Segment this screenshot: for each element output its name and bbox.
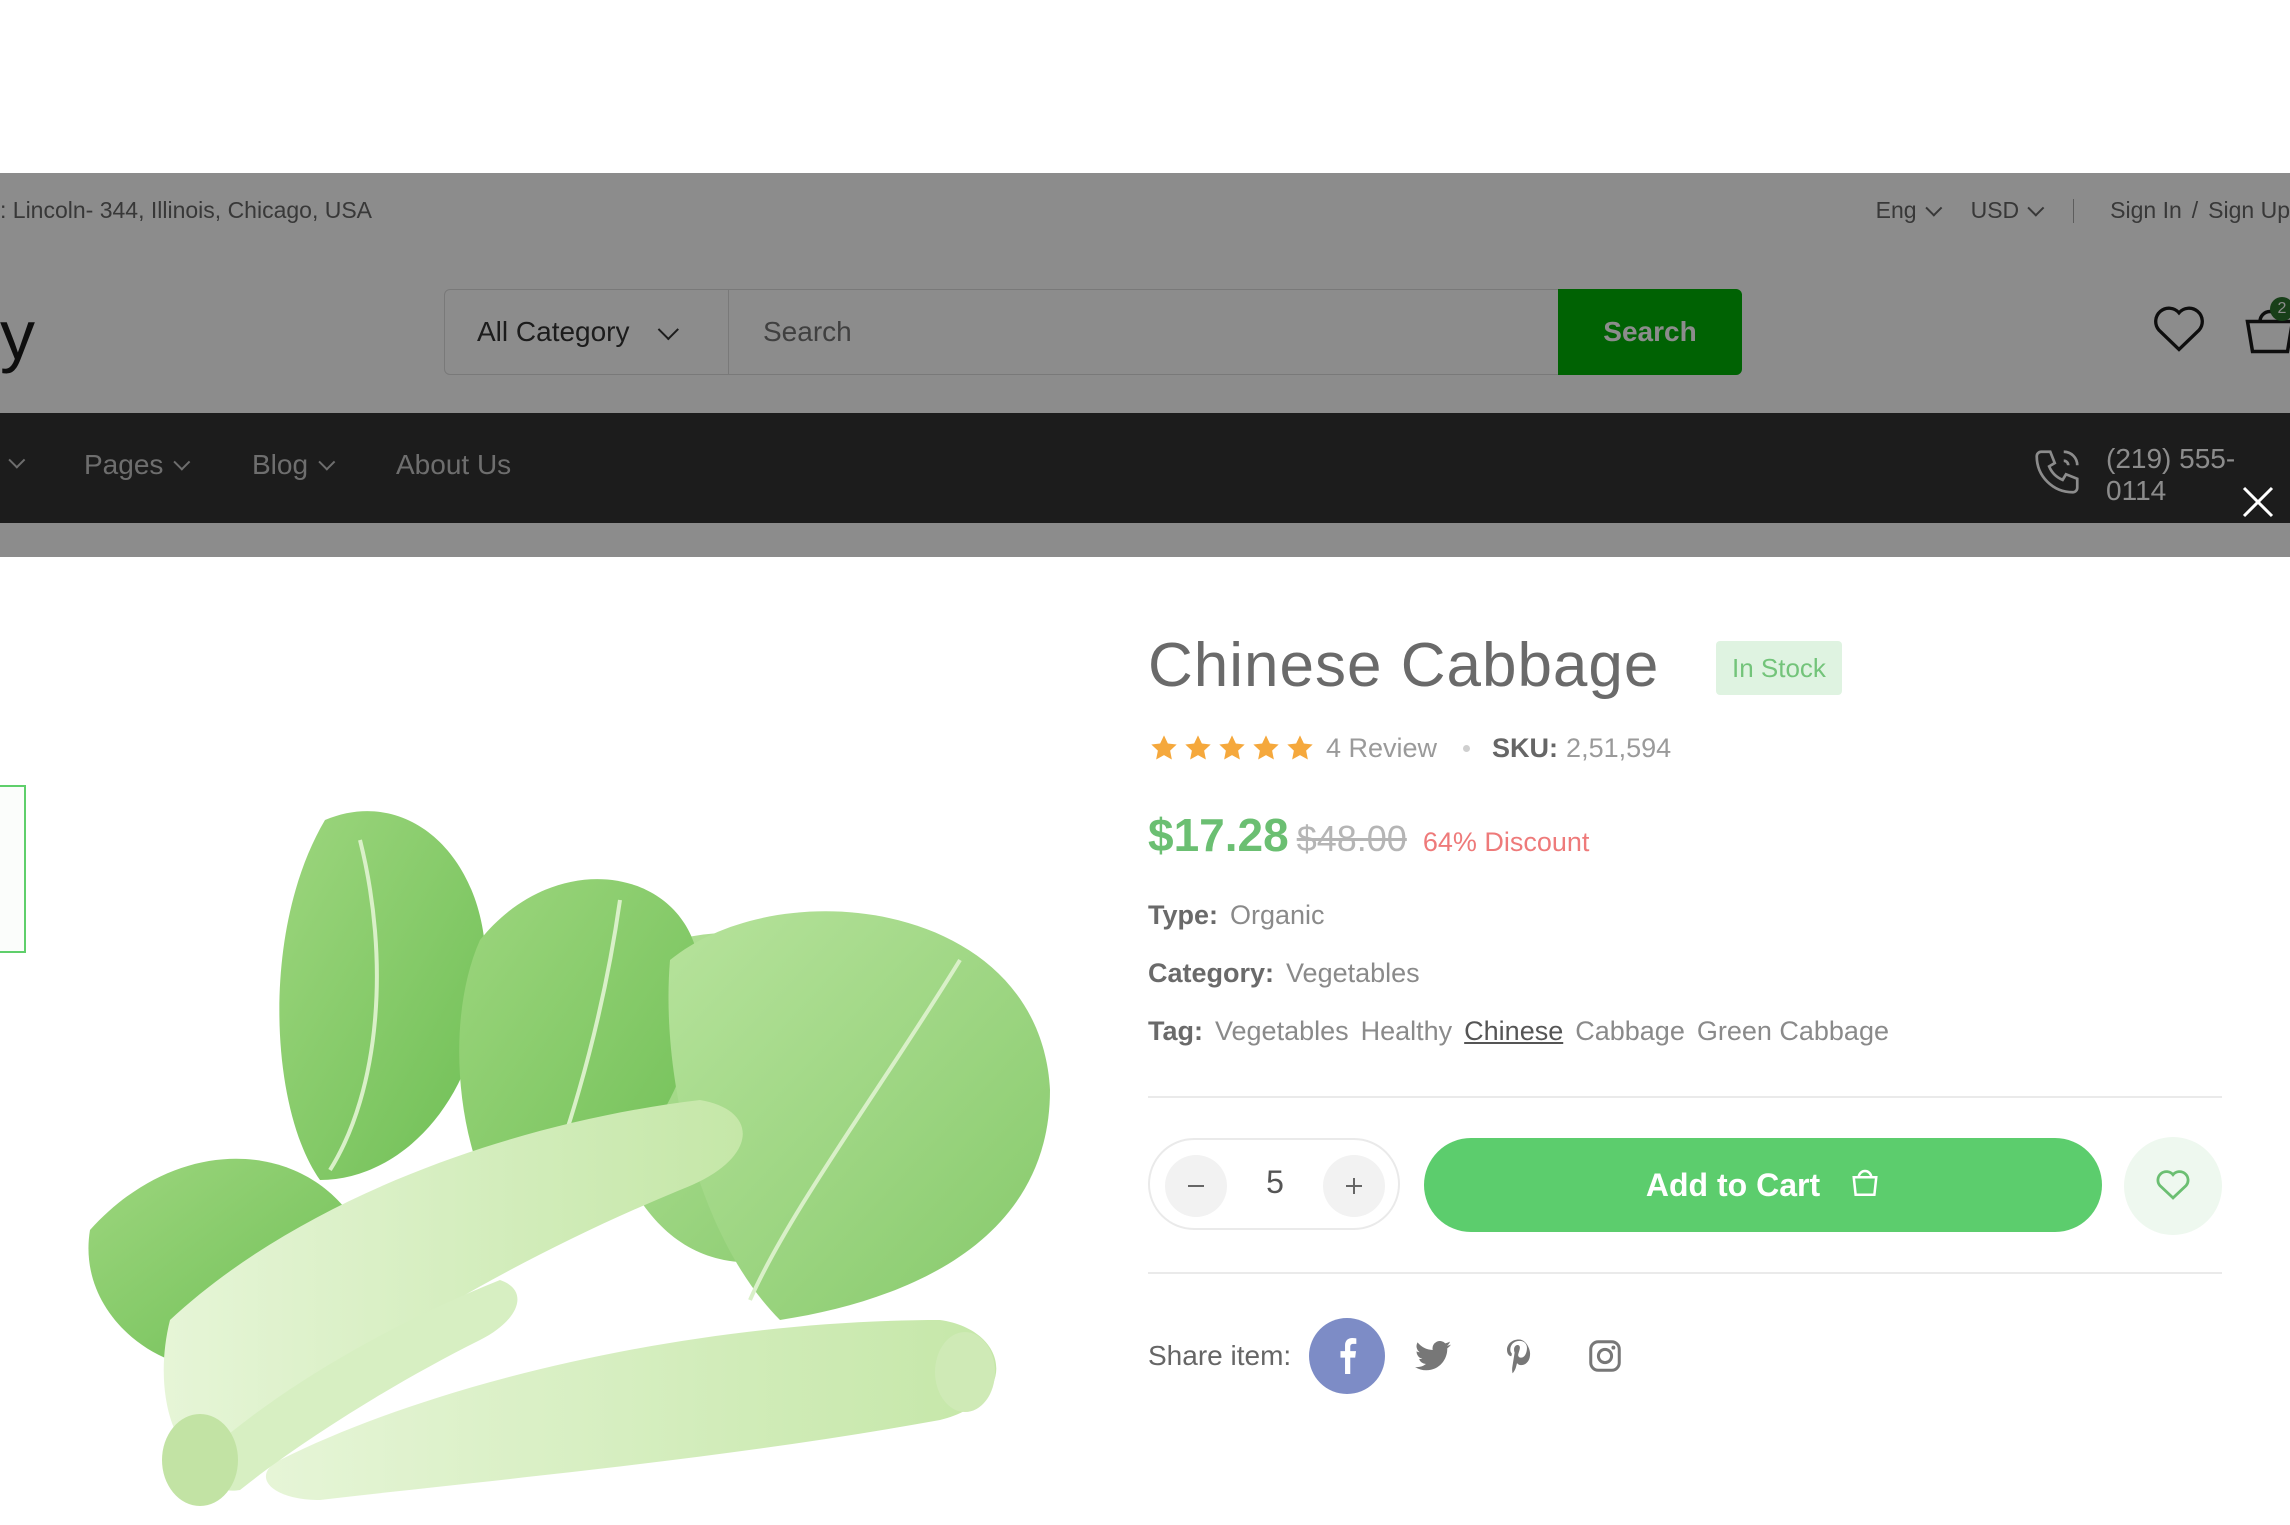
product-thumbnail[interactable]	[0, 1200, 14, 1320]
product-title: Chinese Cabbage	[1148, 631, 1660, 700]
tag-label: Tag:	[1148, 1016, 1203, 1046]
product-thumbnail[interactable]	[0, 1380, 14, 1480]
heart-icon	[2154, 1167, 2192, 1206]
review-count-link[interactable]: 4 Review	[1326, 733, 1437, 764]
share-row: Share item:	[1148, 1318, 1643, 1394]
stock-status-badge: In Stock	[1716, 641, 1842, 695]
pinterest-icon[interactable]	[1481, 1318, 1557, 1394]
product-type: Type: Organic	[1148, 900, 1325, 931]
facebook-icon[interactable]	[1309, 1318, 1386, 1394]
separator-dot	[1463, 744, 1471, 752]
plus-icon[interactable]	[1323, 1155, 1385, 1217]
divider	[1148, 1272, 2222, 1274]
sku-value: 2,51,594	[1566, 732, 1672, 763]
twitter-icon[interactable]	[1395, 1318, 1471, 1394]
close-icon[interactable]	[2238, 482, 2278, 522]
wishlist-button[interactable]	[2124, 1137, 2222, 1235]
type-label: Type:	[1148, 900, 1219, 930]
star-icon	[1185, 735, 1211, 760]
category-label: Category:	[1148, 958, 1275, 988]
star-icon	[1287, 735, 1313, 760]
product-tags: Tag: Vegetables Healthy Chinese Cabbage …	[1148, 1016, 1889, 1047]
modal-backdrop[interactable]	[0, 173, 2290, 557]
discount-label: 64% Discount	[1422, 827, 1590, 857]
quantity-stepper: 5	[1148, 1138, 1400, 1230]
tag-link[interactable]: Vegetables	[1215, 1016, 1349, 1047]
tag-link-active[interactable]: Chinese	[1464, 1016, 1563, 1047]
product-category: Category: Vegetables	[1148, 958, 1420, 989]
tag-link[interactable]: Cabbage	[1575, 1016, 1685, 1047]
original-price: $48.00	[1296, 818, 1407, 859]
category-link[interactable]: Vegetables	[1286, 958, 1420, 989]
bag-icon	[1850, 1164, 1880, 1206]
product-thumbnail-active[interactable]	[0, 785, 26, 953]
add-to-cart-button[interactable]: Add to Cart	[1424, 1138, 2102, 1232]
minus-icon[interactable]	[1165, 1155, 1227, 1217]
price-row: $17.28 $48.00 64% Discount	[1148, 808, 1589, 862]
current-price: $17.28	[1148, 809, 1289, 861]
rating-row: 4 Review SKU: 2,51,594	[1148, 732, 1671, 764]
star-rating	[1148, 732, 1316, 764]
tag-link[interactable]: Green Cabbage	[1697, 1016, 1889, 1047]
star-icon	[1219, 735, 1245, 760]
star-icon	[1151, 735, 1177, 760]
share-label: Share item:	[1148, 1340, 1292, 1371]
type-value: Organic	[1230, 900, 1325, 930]
quantity-value[interactable]: 5	[1240, 1164, 1310, 1201]
divider	[1148, 1096, 2222, 1098]
product-image	[60, 760, 1070, 1520]
instagram-icon[interactable]	[1567, 1318, 1643, 1394]
add-to-cart-label: Add to Cart	[1645, 1166, 1821, 1203]
tag-link[interactable]: Healthy	[1361, 1016, 1453, 1047]
sku-label: SKU:	[1492, 732, 1559, 763]
star-icon	[1253, 735, 1279, 760]
